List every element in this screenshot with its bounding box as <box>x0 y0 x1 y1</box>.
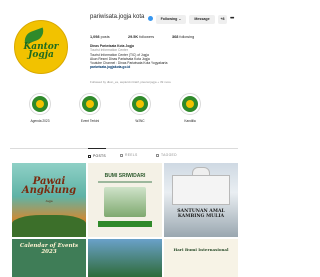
post-banner <box>98 221 152 227</box>
highlight-label: WJNC <box>135 119 145 123</box>
posts-grid: Pawai Angklung Jogja BUMI SRIWIDARI SANT… <box>12 163 238 277</box>
profile-tabs: POSTS REELS TAGGED <box>0 148 243 162</box>
highlight-label: Kandilla <box>184 119 196 123</box>
highlight-cover-icon <box>182 96 198 112</box>
tab-reels[interactable]: REELS <box>120 148 138 162</box>
story-highlights: Agenda 2023 Event Terkini WJNC Kandilla <box>0 93 243 133</box>
post-title: Pawai Angklung <box>21 176 77 196</box>
tab-tagged[interactable]: TAGGED <box>156 148 177 162</box>
post-text-line <box>98 181 152 183</box>
highlight-cover-icon <box>82 96 98 112</box>
post-subtitle: Jogja <box>45 199 53 203</box>
tab-posts[interactable]: POSTS <box>88 148 106 162</box>
profile-header: Kantor Jogja pariwisata.jogja kota Follo… <box>0 0 243 90</box>
more-options-icon[interactable]: ••• <box>230 15 234 23</box>
highlight-label: Agenda 2023 <box>30 119 50 123</box>
building-graphic <box>172 175 230 205</box>
username: pariwisata.jogja kota <box>90 14 145 20</box>
post-title: Calendar of Events 2023 <box>19 243 79 255</box>
username-row: pariwisata.jogja kota Following ⌄ Messag… <box>90 14 240 34</box>
highlight-ring <box>79 93 101 115</box>
profile-stats: 1,098 posts 29.5K followers 368 followin… <box>90 33 240 41</box>
highlight-ring <box>179 93 201 115</box>
logo-text: Kantor Jogja <box>23 42 59 60</box>
post-thumbnail[interactable]: Pawai Angklung Jogja <box>12 163 86 237</box>
highlight-cover-icon <box>132 96 148 112</box>
post-title: BUMI SRIWIDARI <box>104 173 146 179</box>
following-count[interactable]: 368 following <box>172 33 194 41</box>
tag-icon <box>156 153 159 157</box>
followers-count[interactable]: 29.5K followers <box>128 33 154 41</box>
highlight-cover-icon <box>32 96 48 112</box>
trees-graphic <box>12 215 86 237</box>
highlight-label: Event Terkini <box>80 119 100 123</box>
post-title: SANTUNAN AMAL KAMBING MULIA <box>177 209 225 219</box>
post-thumbnail[interactable]: BUMI SRIWIDARI <box>88 163 162 237</box>
profile-avatar[interactable]: Kantor Jogja <box>14 20 68 74</box>
profile-bio: Dinas Pariwisata Kota Jogja Tourist Info… <box>90 44 240 70</box>
highlight-ring <box>29 93 51 115</box>
post-thumbnail[interactable]: Hari Bumi Internasional <box>164 239 238 277</box>
following-button[interactable]: Following ⌄ <box>156 15 186 24</box>
grid-icon <box>88 154 91 158</box>
message-button[interactable]: Message <box>189 15 215 24</box>
post-title: Hari Bumi Internasional <box>173 247 229 252</box>
add-person-button[interactable]: +8 <box>218 15 227 24</box>
post-photo <box>104 187 146 217</box>
posts-count: 1,098 posts <box>90 35 110 39</box>
post-thumbnail[interactable]: SANTUNAN AMAL KAMBING MULIA <box>164 163 238 237</box>
post-thumbnail[interactable]: Calendar of Events 2023 <box>12 239 86 277</box>
bio-link[interactable]: pariwisata.jogjakota.go.id <box>90 65 240 69</box>
verified-badge-icon <box>148 16 153 21</box>
post-thumbnail[interactable] <box>88 239 162 277</box>
highlight-ring <box>129 93 151 115</box>
followed-by[interactable]: Followed by dkun_es, asplercinrtratif, p… <box>90 80 240 84</box>
reels-icon <box>120 153 123 157</box>
